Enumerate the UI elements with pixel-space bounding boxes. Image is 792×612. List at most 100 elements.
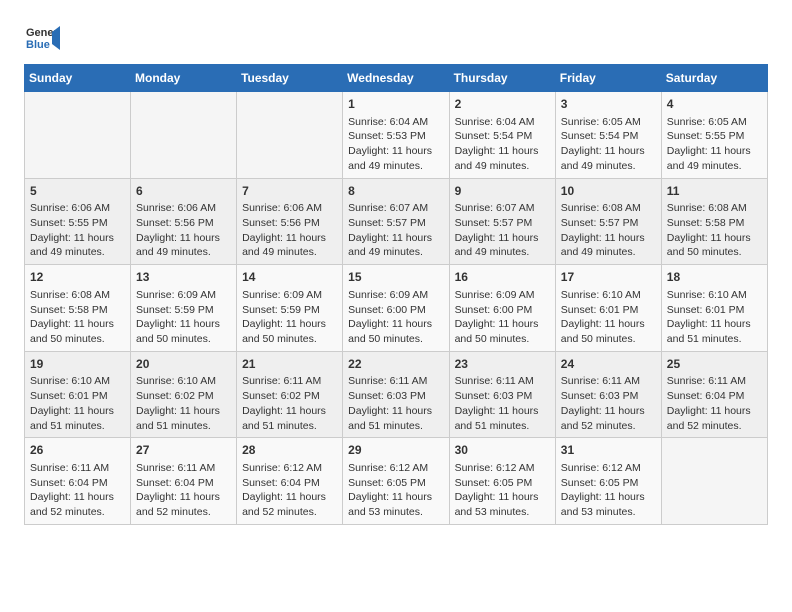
day-number: 27 [136,442,231,459]
logo: General Blue [24,20,60,56]
weekday-header-tuesday: Tuesday [237,65,343,92]
day-detail: Sunrise: 6:05 AM Sunset: 5:55 PM Dayligh… [667,115,762,174]
weekday-header-row: SundayMondayTuesdayWednesdayThursdayFrid… [25,65,768,92]
calendar-cell [661,438,767,525]
day-number: 31 [561,442,656,459]
day-detail: Sunrise: 6:09 AM Sunset: 5:59 PM Dayligh… [242,288,337,347]
day-detail: Sunrise: 6:12 AM Sunset: 6:05 PM Dayligh… [455,461,550,520]
day-detail: Sunrise: 6:08 AM Sunset: 5:58 PM Dayligh… [30,288,125,347]
week-row-4: 19Sunrise: 6:10 AM Sunset: 6:01 PM Dayli… [25,351,768,438]
day-detail: Sunrise: 6:11 AM Sunset: 6:03 PM Dayligh… [561,374,656,433]
week-row-2: 5Sunrise: 6:06 AM Sunset: 5:55 PM Daylig… [25,178,768,265]
day-number: 9 [455,183,550,200]
day-number: 1 [348,96,443,113]
day-detail: Sunrise: 6:06 AM Sunset: 5:55 PM Dayligh… [30,201,125,260]
calendar-cell: 16Sunrise: 6:09 AM Sunset: 6:00 PM Dayli… [449,265,555,352]
day-number: 14 [242,269,337,286]
calendar-cell: 21Sunrise: 6:11 AM Sunset: 6:02 PM Dayli… [237,351,343,438]
calendar-cell: 22Sunrise: 6:11 AM Sunset: 6:03 PM Dayli… [343,351,449,438]
day-detail: Sunrise: 6:10 AM Sunset: 6:01 PM Dayligh… [561,288,656,347]
day-number: 2 [455,96,550,113]
day-number: 20 [136,356,231,373]
calendar-cell: 20Sunrise: 6:10 AM Sunset: 6:02 PM Dayli… [131,351,237,438]
day-detail: Sunrise: 6:11 AM Sunset: 6:02 PM Dayligh… [242,374,337,433]
calendar-cell: 29Sunrise: 6:12 AM Sunset: 6:05 PM Dayli… [343,438,449,525]
calendar-cell: 4 Sunrise: 6:05 AM Sunset: 5:55 PM Daylig… [661,92,767,179]
day-detail: Sunrise: 6:04 AM Sunset: 5:53 PM Dayligh… [348,115,443,174]
day-detail: Sunrise: 6:11 AM Sunset: 6:03 PM Dayligh… [348,374,443,433]
weekday-header-thursday: Thursday [449,65,555,92]
calendar-cell: 7Sunrise: 6:06 AM Sunset: 5:56 PM Daylig… [237,178,343,265]
day-detail: Sunrise: 6:11 AM Sunset: 6:04 PM Dayligh… [136,461,231,520]
day-detail: Sunrise: 6:11 AM Sunset: 6:03 PM Dayligh… [455,374,550,433]
calendar-cell: 18 Sunrise: 6:10 AM Sunset: 6:01 PM Dayli… [661,265,767,352]
day-number: 30 [455,442,550,459]
day-detail: Sunrise: 6:11 AM Sunset: 6:04 PM Dayligh… [667,374,762,433]
calendar-cell: 5Sunrise: 6:06 AM Sunset: 5:55 PM Daylig… [25,178,131,265]
calendar-cell: 6Sunrise: 6:06 AM Sunset: 5:56 PM Daylig… [131,178,237,265]
day-detail: Sunrise: 6:06 AM Sunset: 5:56 PM Dayligh… [136,201,231,260]
calendar-cell: 30 Sunrise: 6:12 AM Sunset: 6:05 PM Dayli… [449,438,555,525]
day-number: 25 [667,356,762,373]
calendar-cell: 13 Sunrise: 6:09 AM Sunset: 5:59 PM Dayli… [131,265,237,352]
day-number: 15 [348,269,443,286]
day-detail: Sunrise: 6:10 AM Sunset: 6:01 PM Dayligh… [30,374,125,433]
day-number: 6 [136,183,231,200]
calendar-cell: 28 Sunrise: 6:12 AM Sunset: 6:04 PM Dayli… [237,438,343,525]
day-number: 4 [667,96,762,113]
day-number: 18 [667,269,762,286]
day-detail: Sunrise: 6:04 AM Sunset: 5:54 PM Dayligh… [455,115,550,174]
day-detail: Sunrise: 6:12 AM Sunset: 6:04 PM Dayligh… [242,461,337,520]
weekday-header-wednesday: Wednesday [343,65,449,92]
day-number: 23 [455,356,550,373]
day-detail: Sunrise: 6:05 AM Sunset: 5:54 PM Dayligh… [561,115,656,174]
week-row-5: 26 Sunrise: 6:11 AM Sunset: 6:04 PM Dayli… [25,438,768,525]
calendar-cell [25,92,131,179]
day-detail: Sunrise: 6:12 AM Sunset: 6:05 PM Dayligh… [561,461,656,520]
calendar-cell: 8Sunrise: 6:07 AM Sunset: 5:57 PM Daylig… [343,178,449,265]
svg-text:Blue: Blue [26,39,50,51]
calendar-table: SundayMondayTuesdayWednesdayThursdayFrid… [24,64,768,525]
day-detail: Sunrise: 6:09 AM Sunset: 5:59 PM Dayligh… [136,288,231,347]
day-number: 12 [30,269,125,286]
day-number: 5 [30,183,125,200]
day-number: 19 [30,356,125,373]
day-number: 17 [561,269,656,286]
page-header: General Blue [24,20,768,56]
calendar-cell: 19Sunrise: 6:10 AM Sunset: 6:01 PM Dayli… [25,351,131,438]
day-detail: Sunrise: 6:08 AM Sunset: 5:58 PM Dayligh… [667,201,762,260]
day-number: 10 [561,183,656,200]
day-number: 8 [348,183,443,200]
day-number: 22 [348,356,443,373]
day-number: 24 [561,356,656,373]
calendar-cell: 11Sunrise: 6:08 AM Sunset: 5:58 PM Dayli… [661,178,767,265]
weekday-header-sunday: Sunday [25,65,131,92]
day-number: 13 [136,269,231,286]
weekday-header-friday: Friday [555,65,661,92]
day-detail: Sunrise: 6:08 AM Sunset: 5:57 PM Dayligh… [561,201,656,260]
day-number: 28 [242,442,337,459]
day-number: 7 [242,183,337,200]
day-number: 26 [30,442,125,459]
calendar-cell: 26Sunrise: 6:11 AM Sunset: 6:04 PM Dayli… [25,438,131,525]
day-detail: Sunrise: 6:10 AM Sunset: 6:01 PM Dayligh… [667,288,762,347]
logo-icon: General Blue [24,20,60,56]
calendar-cell: 31 Sunrise: 6:12 AM Sunset: 6:05 PM Dayli… [555,438,661,525]
calendar-cell: 27 Sunrise: 6:11 AM Sunset: 6:04 PM Dayli… [131,438,237,525]
calendar-cell: 14 Sunrise: 6:09 AM Sunset: 5:59 PM Dayli… [237,265,343,352]
week-row-1: 1 Sunrise: 6:04 AM Sunset: 5:53 PM Daylig… [25,92,768,179]
calendar-cell: 23Sunrise: 6:11 AM Sunset: 6:03 PM Dayli… [449,351,555,438]
day-detail: Sunrise: 6:12 AM Sunset: 6:05 PM Dayligh… [348,461,443,520]
day-detail: Sunrise: 6:10 AM Sunset: 6:02 PM Dayligh… [136,374,231,433]
calendar-cell: 24Sunrise: 6:11 AM Sunset: 6:03 PM Dayli… [555,351,661,438]
day-number: 16 [455,269,550,286]
day-detail: Sunrise: 6:09 AM Sunset: 6:00 PM Dayligh… [348,288,443,347]
calendar-cell: 1 Sunrise: 6:04 AM Sunset: 5:53 PM Daylig… [343,92,449,179]
calendar-cell: 15 Sunrise: 6:09 AM Sunset: 6:00 PM Dayli… [343,265,449,352]
calendar-cell: 9Sunrise: 6:07 AM Sunset: 5:57 PM Daylig… [449,178,555,265]
day-detail: Sunrise: 6:06 AM Sunset: 5:56 PM Dayligh… [242,201,337,260]
day-number: 3 [561,96,656,113]
calendar-cell: 25Sunrise: 6:11 AM Sunset: 6:04 PM Dayli… [661,351,767,438]
calendar-cell: 12 Sunrise: 6:08 AM Sunset: 5:58 PM Dayli… [25,265,131,352]
day-detail: Sunrise: 6:07 AM Sunset: 5:57 PM Dayligh… [455,201,550,260]
